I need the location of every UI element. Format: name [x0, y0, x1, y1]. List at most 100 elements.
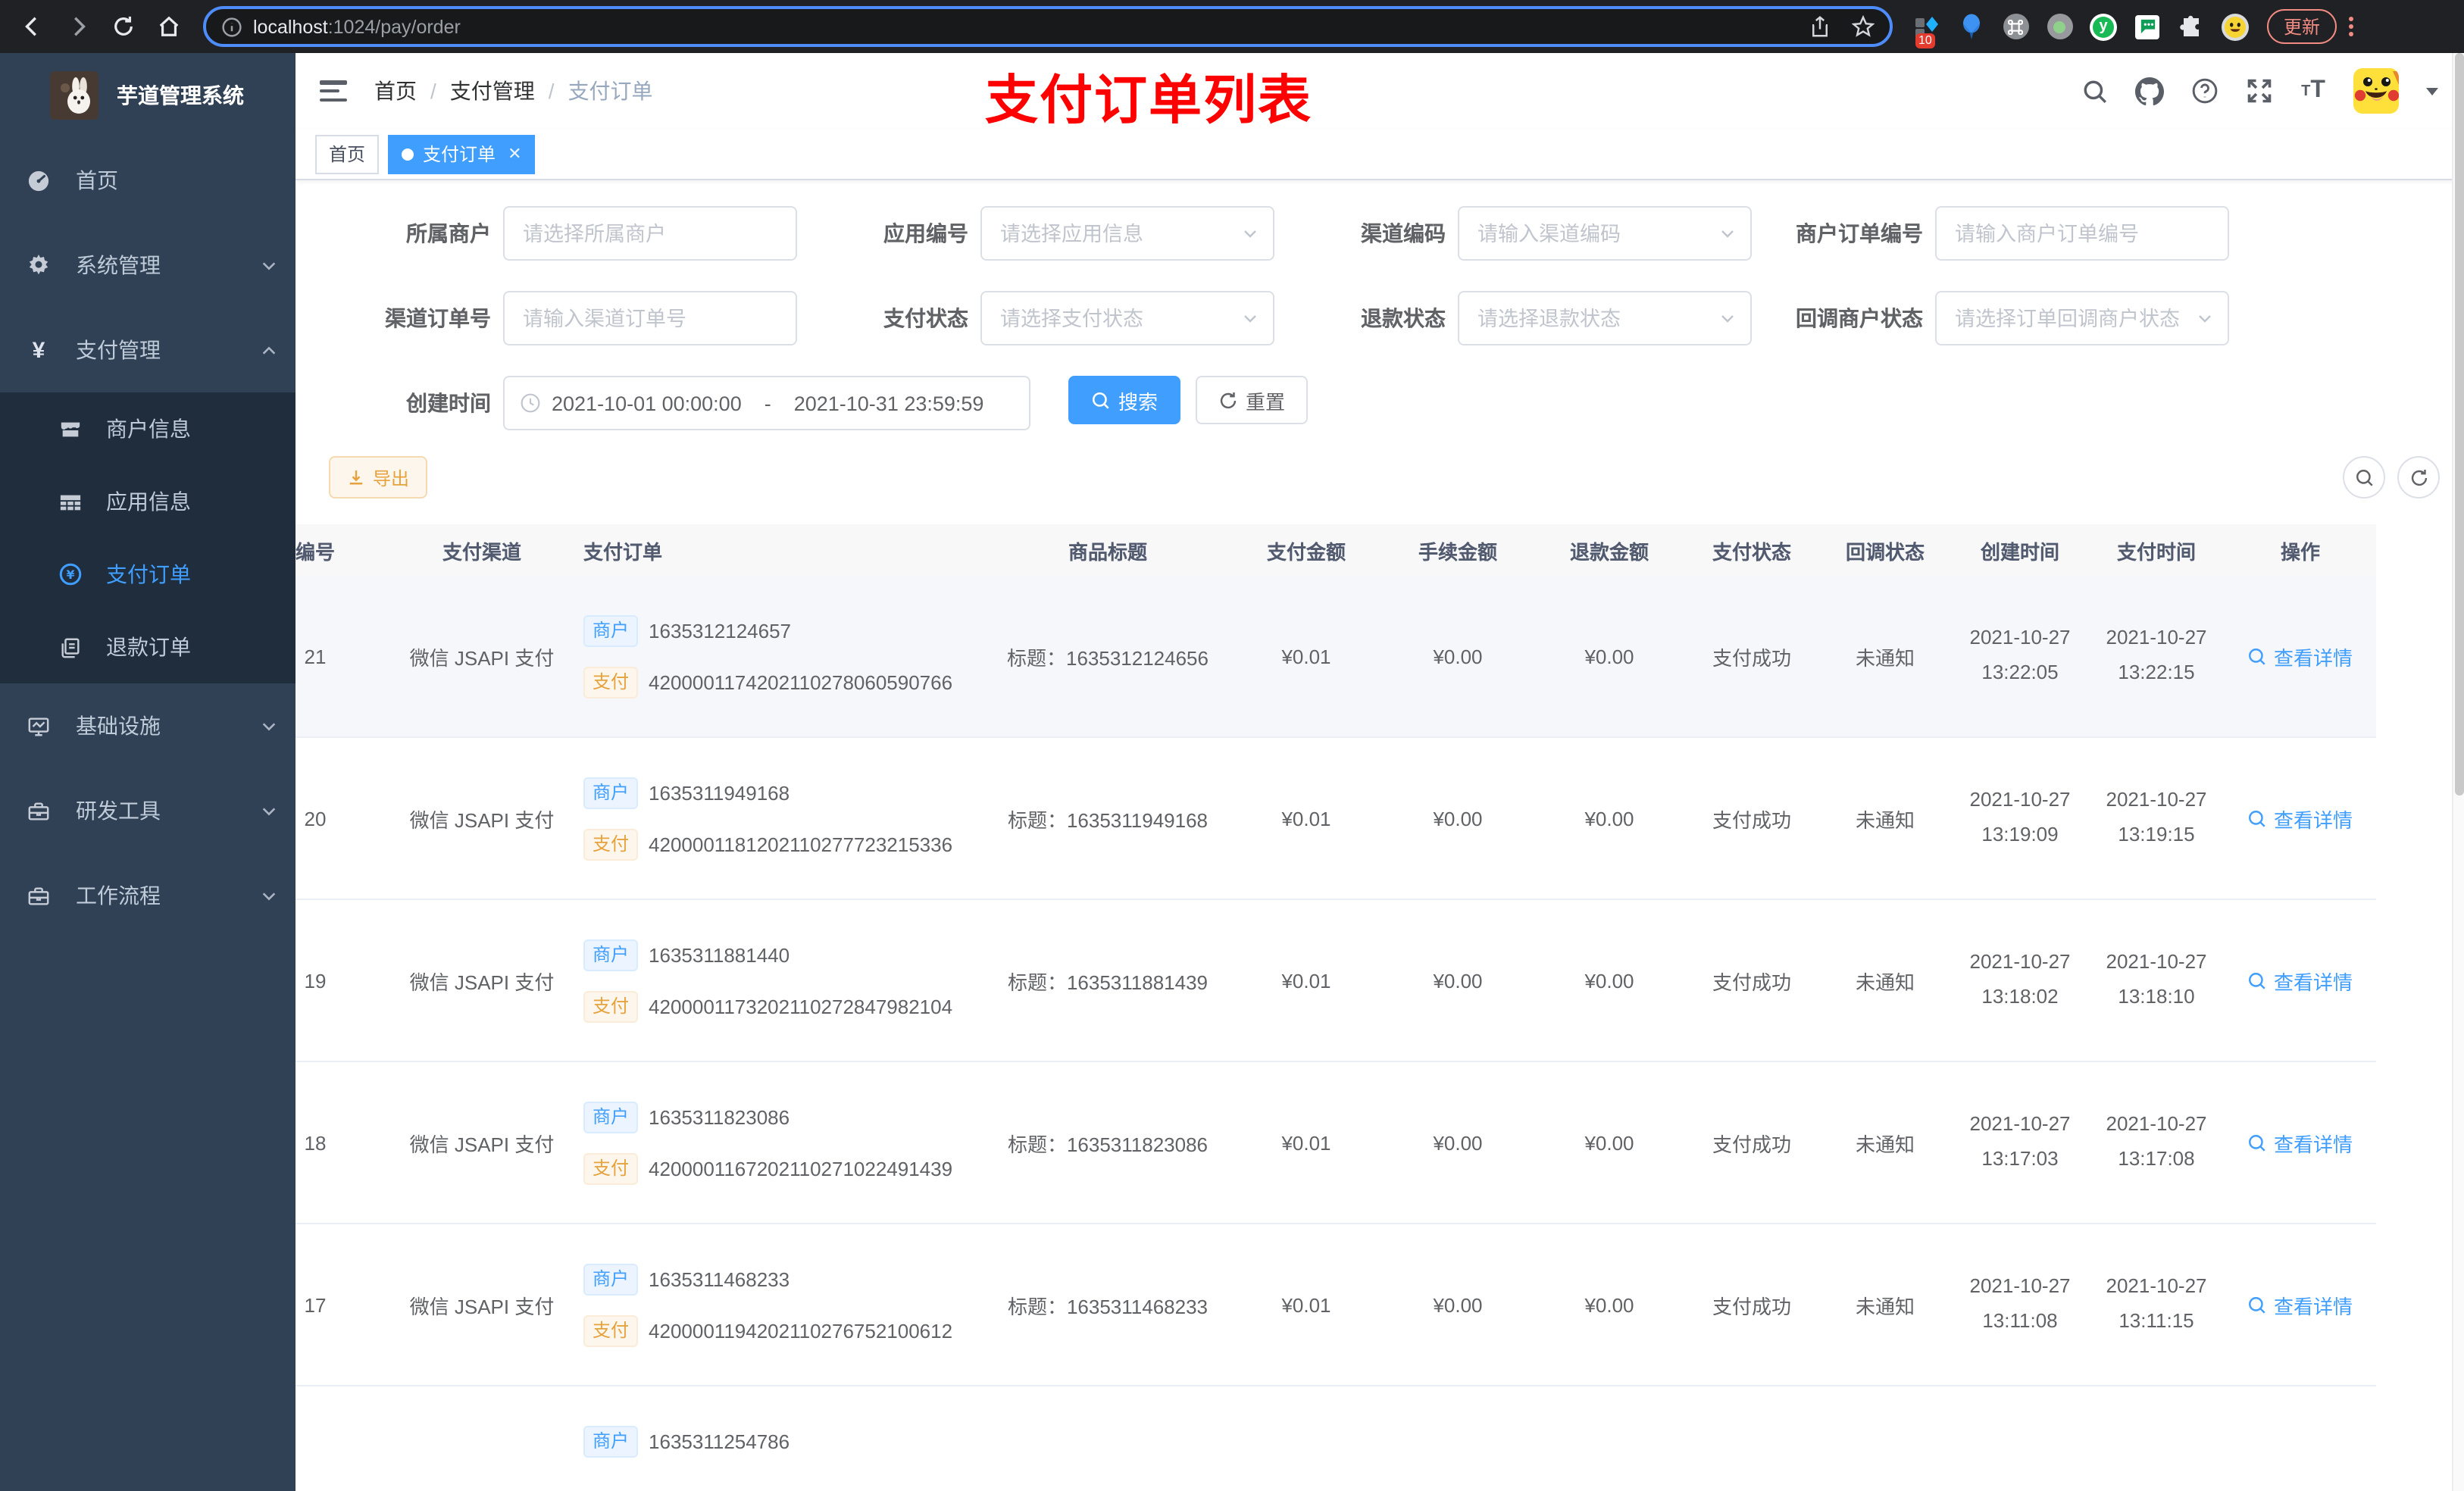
export-button[interactable]: 导出 [329, 456, 428, 499]
reset-button[interactable]: 重置 [1196, 376, 1309, 424]
cell-create-time: 2021-10-27 13:17:03 [1952, 1108, 2088, 1177]
cell-channel: 微信 JSAPI 支付 [409, 808, 555, 831]
chrome-menu-icon[interactable] [2349, 17, 2354, 36]
breadcrumb-pay[interactable]: 支付管理 [450, 76, 535, 106]
logo-row[interactable]: 芋道管理系统 [0, 53, 295, 138]
title-prefix: 标题： [1006, 646, 1066, 669]
browser-back-icon[interactable] [12, 7, 52, 46]
toggle-search-button[interactable] [2343, 456, 2385, 499]
browser-reload-icon[interactable] [103, 7, 142, 46]
app-select[interactable] [982, 208, 1273, 259]
cell-title: 标题：1635311468233 [985, 1290, 1230, 1319]
shop-icon [59, 417, 82, 440]
title-value: 1635311881439 [1066, 971, 1209, 993]
user-avatar[interactable] [2353, 68, 2399, 114]
cell-pay-time: 2021-10-27 13:18:10 [2088, 946, 2225, 1015]
extensions-puzzle-icon[interactable] [2178, 13, 2205, 40]
hamburger-icon[interactable] [320, 80, 347, 102]
profile-avatar-icon[interactable] [2222, 13, 2249, 40]
browser-toolbar: localhost:1024/pay/order 10 y 更新 [0, 0, 2464, 53]
page-scrollbar[interactable] [2452, 53, 2464, 1491]
cell-pay-order: 商户 1635311823086 支付 42000011672021102710… [565, 1101, 985, 1184]
channel-code-select[interactable] [1459, 208, 1750, 259]
bookmark-star-icon[interactable] [1852, 15, 1875, 38]
sidebar-item-system[interactable]: 系统管理 [0, 223, 295, 308]
pay-status-select[interactable] [982, 292, 1273, 344]
share-icon[interactable] [1809, 15, 1831, 38]
github-icon[interactable] [2135, 77, 2164, 105]
address-bar[interactable]: localhost:1024/pay/order [203, 6, 1893, 47]
table-row[interactable]: 18 微信 JSAPI 支付 商户 1635311823086 支付 42000… [295, 1062, 2376, 1224]
sidebar-item-merchant-info[interactable]: 商户信息 [0, 392, 295, 465]
col-status: 支付状态 [1712, 540, 1791, 563]
caret-down-icon[interactable] [2425, 83, 2440, 98]
view-detail-link[interactable]: 查看详情 [2248, 804, 2353, 833]
breadcrumb-home[interactable]: 首页 [374, 76, 417, 106]
chevron-down-icon [261, 257, 277, 274]
cell-action: 查看详情 [2225, 1128, 2376, 1157]
sidebar-item-dev-tools[interactable]: 研发工具 [0, 768, 295, 853]
view-detail-link[interactable]: 查看详情 [2248, 1290, 2353, 1319]
view-detail-link[interactable]: 查看详情 [2248, 1128, 2353, 1157]
browser-forward-icon[interactable] [58, 7, 97, 46]
merchant-tag: 商户 [583, 1101, 639, 1133]
view-detail-link[interactable]: 查看详情 [2248, 642, 2353, 670]
table-row[interactable]: 19 微信 JSAPI 支付 商户 1635311881440 支付 42000… [295, 900, 2376, 1062]
extension-recorder-icon[interactable] [2046, 13, 2073, 40]
sidebar-item-refund-order[interactable]: 退款订单 [0, 611, 295, 683]
pay-time: 13:11:15 [2118, 1309, 2194, 1332]
view-detail-label: 查看详情 [2273, 971, 2353, 993]
table-row[interactable]: 17 微信 JSAPI 支付 商户 1635311468233 支付 42000… [295, 1224, 2376, 1386]
extension-chat-icon[interactable] [2134, 13, 2161, 40]
view-detail-link[interactable]: 查看详情 [2248, 966, 2353, 995]
sidebar-item-infra[interactable]: 基础设施 [0, 683, 295, 768]
fullscreen-icon[interactable] [2244, 77, 2273, 105]
merchant-order-no-input[interactable] [1937, 208, 2228, 259]
cell-title: 标题：1635311949168 [985, 804, 1230, 833]
tag-pay-order[interactable]: 支付订单 ✕ [388, 134, 536, 173]
chrome-update-button[interactable]: 更新 [2267, 9, 2337, 44]
filter-notify-status: 回调商户状态 [1768, 291, 2229, 345]
sidebar-item-app-info[interactable]: 应用信息 [0, 465, 295, 538]
merchant-input[interactable] [505, 208, 796, 259]
extension-bitwarden-icon[interactable]: 10 [1914, 13, 1941, 48]
refund-status-select[interactable] [1459, 292, 1750, 344]
extension-command-icon[interactable] [2002, 13, 2029, 40]
sidebar-item-pay-order[interactable]: ¥ 支付订单 [0, 538, 295, 611]
table-row[interactable]: 商户 1635311254786 支付 标题： 查看详情 [295, 1386, 2376, 1491]
extension-y-icon[interactable]: y [2090, 13, 2117, 40]
date-range-input[interactable]: 2021-10-01 00:00:00 - 2021-10-31 23:59:5… [503, 376, 1030, 430]
cell-title: 标题： [985, 1452, 1230, 1481]
main-area: 首页 / 支付管理 / 支付订单 支付订单列表 T T 首页 支付订单 ✕ 所属… [295, 53, 2464, 1491]
sidebar-item-label: 退款订单 [106, 635, 191, 659]
table-row[interactable]: 20 微信 JSAPI 支付 商户 1635311949168 支付 42000… [295, 738, 2376, 900]
scrollbar-thumb[interactable] [2455, 53, 2464, 796]
table-header-row: 编号 支付渠道 支付订单 商品标题 支付金额 手续金额 退款金额 支付状态 回调… [295, 524, 2376, 576]
extension-balloon-icon[interactable] [1958, 13, 1985, 40]
field-label: 回调商户状态 [1796, 306, 1923, 330]
site-info-icon[interactable] [221, 16, 242, 37]
page-header: 首页 / 支付管理 / 支付订单 支付订单列表 T T [295, 53, 2464, 130]
refresh-button[interactable] [2397, 456, 2440, 499]
cell-refund: ¥0.00 [1584, 1293, 1634, 1316]
help-icon[interactable] [2190, 77, 2219, 105]
font-size-icon[interactable]: TT [2299, 77, 2328, 105]
channel-order-no-input[interactable] [505, 292, 796, 344]
tag-close-icon[interactable]: ✕ [508, 144, 521, 164]
browser-home-icon[interactable] [149, 7, 188, 46]
notify-status-select[interactable] [1937, 292, 2228, 344]
tag-home[interactable]: 首页 [315, 134, 380, 173]
cell-fee: ¥0.00 [1433, 645, 1483, 667]
sidebar-item-label: 工作流程 [76, 883, 161, 908]
page-annotation: 支付订单列表 [985, 71, 1313, 130]
sidebar-item-pay[interactable]: ¥ 支付管理 [0, 308, 295, 392]
cell-id: 18 [304, 1131, 327, 1154]
table-row[interactable]: 21 微信 JSAPI 支付 商户 1635312124657 支付 42000… [295, 576, 2376, 738]
search-button[interactable]: 搜索 [1068, 376, 1181, 424]
sidebar-item-home[interactable]: 首页 [0, 138, 295, 223]
search-icon[interactable] [2081, 77, 2109, 105]
cell-channel: 微信 JSAPI 支付 [409, 646, 555, 669]
sidebar-item-label: 支付管理 [76, 338, 161, 362]
cell-refund: ¥0.00 [1584, 969, 1634, 992]
sidebar-item-workflow[interactable]: 工作流程 [0, 853, 295, 938]
